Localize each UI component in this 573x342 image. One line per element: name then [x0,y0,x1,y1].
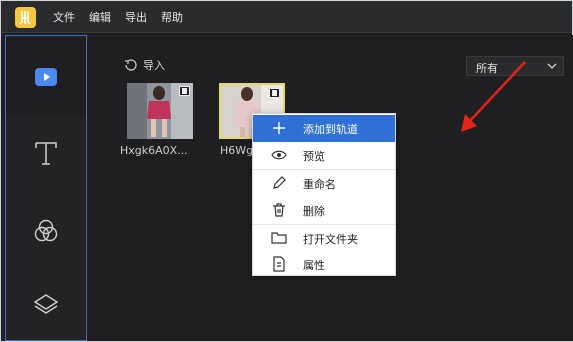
pencil-icon [273,176,286,189]
ctx-open-folder[interactable]: 打开文件夹 [253,225,395,252]
app-window: 文件 编辑 导出 帮助 导入 所有 Hxgk6A0X... H6Wg 添加到轨道… [0,0,573,342]
properties-icon [273,256,285,272]
plus-icon [273,122,285,134]
ctx-item-label: 打开文件夹 [303,233,358,246]
film-icon [269,88,280,98]
ctx-item-label: 属性 [303,259,325,272]
ctx-item-label: 添加到轨道 [303,123,358,136]
film-icon [179,86,190,96]
sidebar-tab-filters[interactable] [6,192,86,270]
eye-icon [271,150,287,160]
sidebar-tab-media[interactable] [6,38,86,116]
annotation-arrow [461,61,526,132]
import-button[interactable]: 导入 [123,57,165,73]
menu-export[interactable]: 导出 [125,9,147,25]
menu-file[interactable]: 文件 [53,9,75,25]
text-icon [35,142,57,165]
ctx-item-label: 删除 [303,205,325,218]
title-bar: 文件 编辑 导出 帮助 [1,1,572,33]
ctx-item-label: 重命名 [303,178,336,191]
media-filename: Hxgk6A0X... [120,144,188,157]
chevron-down-icon [547,63,557,69]
context-menu: 添加到轨道 预览 重命名 删除 打开文件夹 属性 [252,113,396,276]
media-icon [35,68,57,86]
app-logo [15,7,36,28]
filters-icon [34,219,58,242]
menu-edit[interactable]: 编辑 [89,9,111,25]
ctx-add-to-track[interactable]: 添加到轨道 [253,115,395,142]
sidebar-tab-overlays[interactable] [6,266,86,342]
import-icon [125,59,137,71]
ctx-item-label: 预览 [303,150,325,163]
ctx-delete[interactable]: 删除 [253,197,395,224]
folder-icon [271,232,287,244]
import-label: 导入 [143,59,165,72]
layers-icon [33,294,59,314]
trash-icon [273,203,285,217]
sidebar [5,35,87,341]
menu-bar: 文件 编辑 导出 帮助 [53,1,183,33]
media-thumbnail[interactable] [127,83,193,139]
ctx-rename[interactable]: 重命名 [253,170,395,197]
menu-help[interactable]: 帮助 [161,9,183,25]
ctx-properties[interactable]: 属性 [253,251,395,278]
sidebar-tab-text[interactable] [6,114,86,192]
media-filename: H6Wg [220,144,254,157]
ctx-preview[interactable]: 预览 [253,142,395,169]
